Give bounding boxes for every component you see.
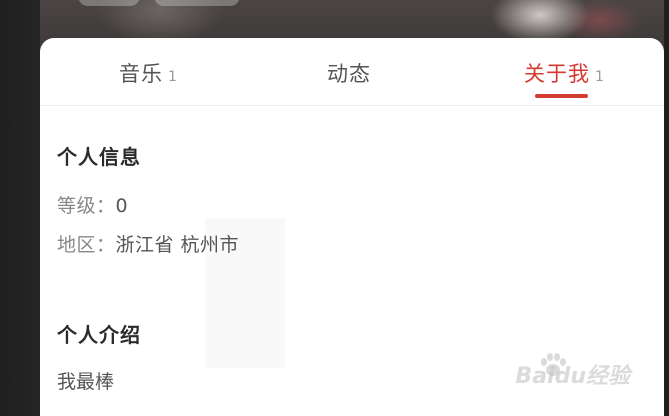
tab-label: 动态: [327, 62, 371, 86]
tab-moments[interactable]: 动态: [327, 58, 371, 88]
section-title-personal-info: 个人信息: [57, 145, 141, 169]
tab-label: 关于我: [524, 62, 590, 86]
region-label: 地区：: [57, 234, 116, 256]
tab-label: 音乐: [119, 62, 163, 86]
cover-button[interactable]: [78, 0, 140, 6]
tab-about-me[interactable]: 关于我 1: [524, 58, 604, 88]
level-row: 等级：0: [57, 191, 128, 218]
region-value: 浙江省 杭州市: [115, 234, 240, 256]
tab-count: 1: [595, 69, 604, 85]
section-title-intro: 个人介绍: [57, 323, 141, 347]
level-label: 等级：: [57, 195, 116, 217]
region-row: 地区：浙江省 杭州市: [57, 230, 239, 257]
cover-button[interactable]: [154, 0, 240, 6]
tab-count: 1: [168, 69, 177, 85]
profile-card: 音乐 1 动态 关于我 1 个人信息 等级：0 地区：浙江省 杭州市 个人介绍 …: [40, 38, 664, 416]
watermark-text: Baidu经验: [515, 364, 630, 389]
level-value: 0: [115, 195, 129, 217]
active-tab-indicator: [535, 94, 588, 98]
tab-bar: 音乐 1 动态 关于我 1: [40, 38, 664, 106]
intro-text: 我最棒: [57, 371, 115, 393]
tab-music[interactable]: 音乐 1: [119, 58, 177, 88]
left-background: [0, 0, 40, 416]
